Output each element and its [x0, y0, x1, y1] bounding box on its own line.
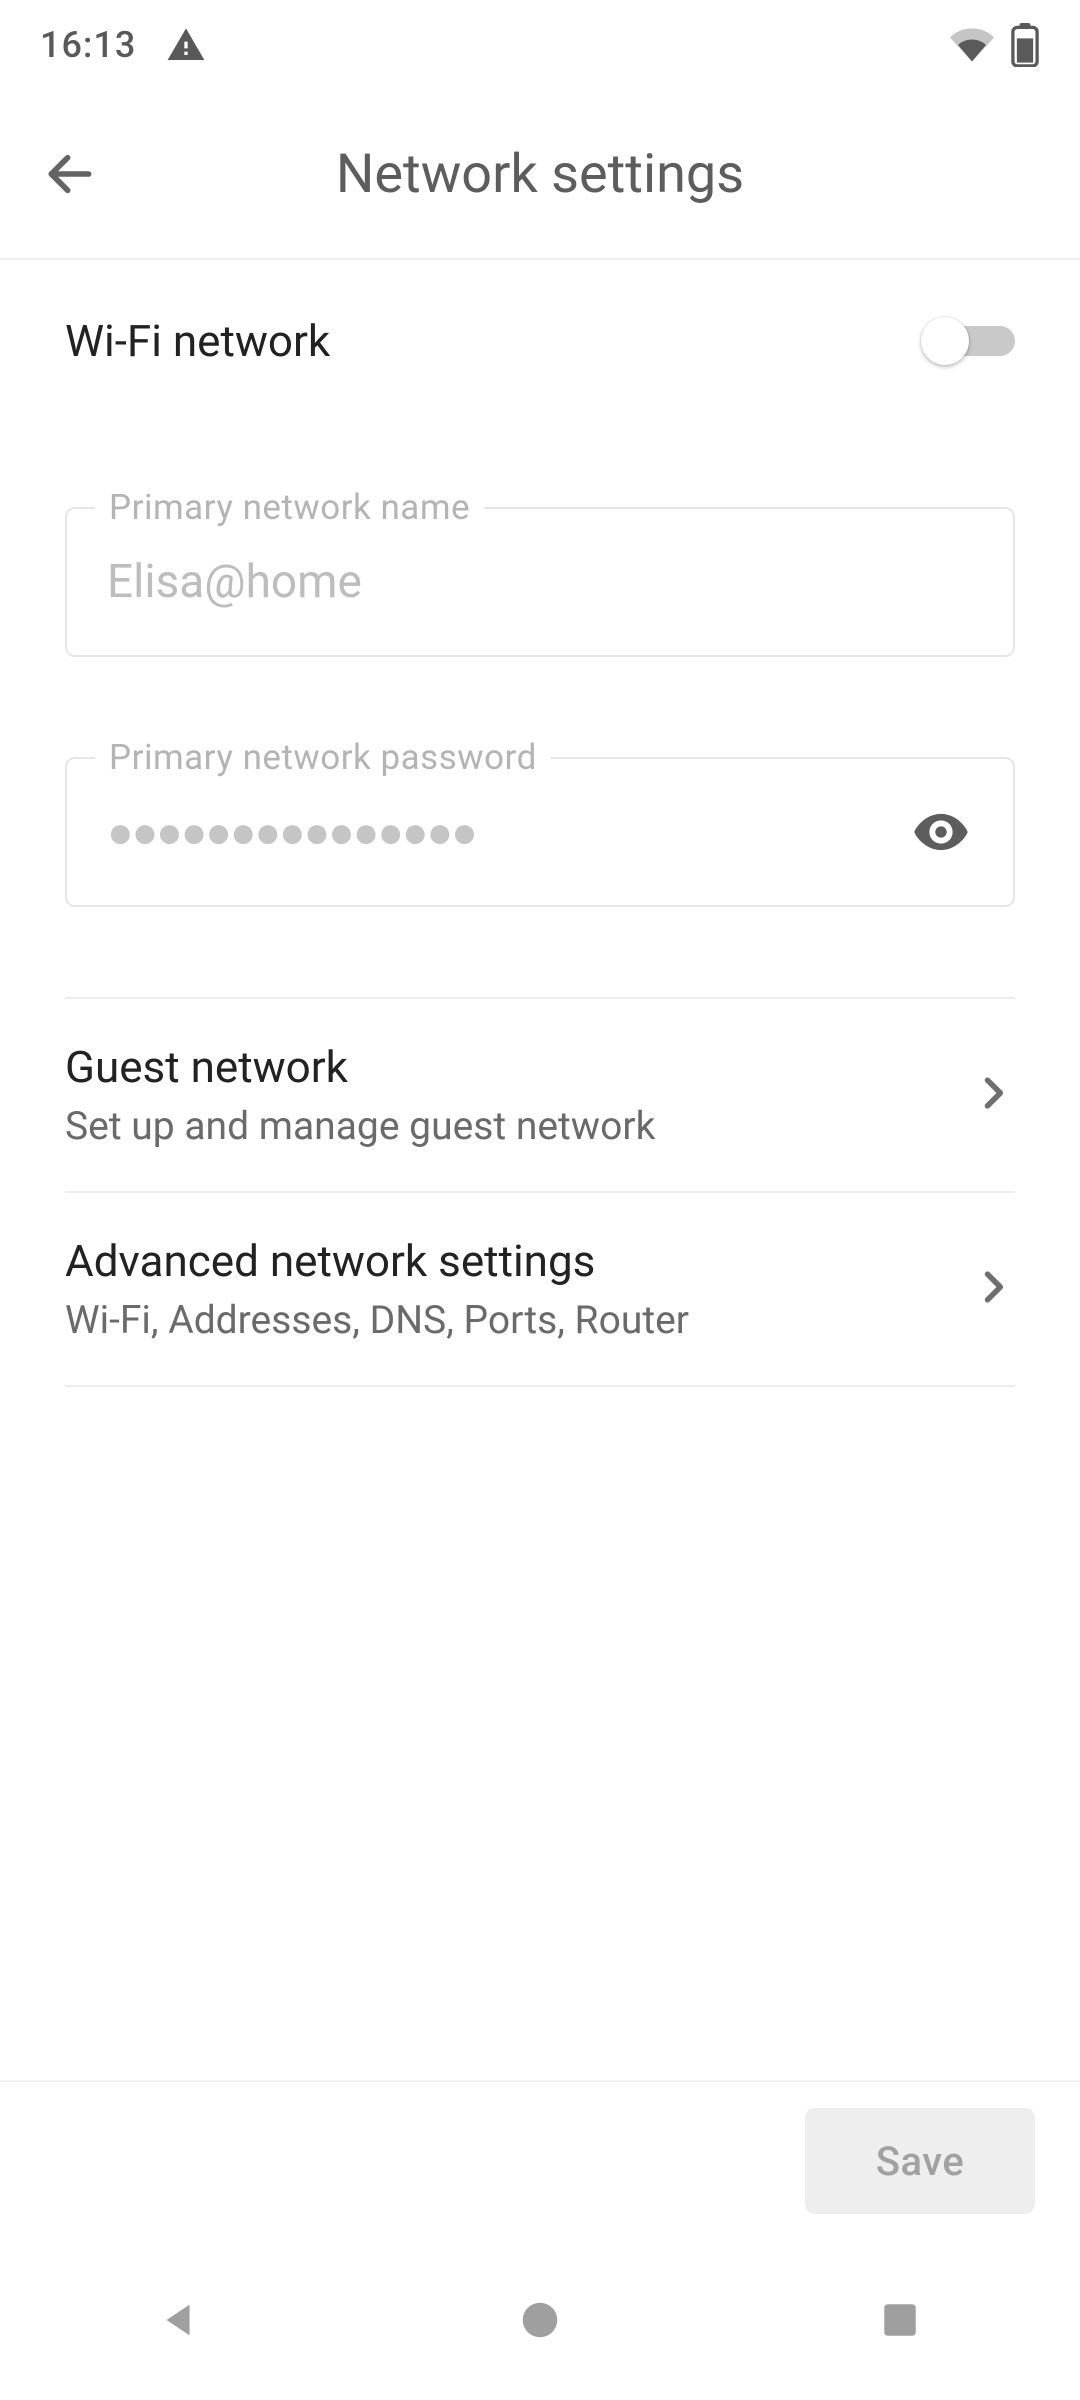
- chevron-right-icon: [971, 1071, 1015, 1119]
- primary-name-label: Primary network name: [95, 487, 484, 528]
- show-password-button[interactable]: [909, 800, 973, 864]
- wifi-toggle[interactable]: [923, 316, 1015, 366]
- page-title: Network settings: [30, 143, 1050, 206]
- primary-name-input[interactable]: [107, 555, 973, 609]
- bottom-bar: Save: [0, 2080, 1080, 2240]
- status-time: 16:13: [40, 24, 136, 66]
- warning-icon: [166, 25, 206, 65]
- status-bar: 16:13: [0, 0, 1080, 90]
- primary-password-input[interactable]: ●●●●●●●●●●●●●●●: [107, 806, 476, 858]
- primary-password-box[interactable]: ●●●●●●●●●●●●●●●: [65, 757, 1015, 907]
- guest-network-item[interactable]: Guest network Set up and manage guest ne…: [0, 999, 1080, 1191]
- eye-icon: [910, 801, 972, 863]
- divider: [65, 1385, 1015, 1387]
- save-button[interactable]: Save: [805, 2108, 1035, 2214]
- nav-home-icon: [517, 2297, 563, 2343]
- guest-network-title: Guest network: [65, 1041, 655, 1093]
- nav-home-button[interactable]: [480, 2260, 600, 2380]
- guest-network-text: Guest network Set up and manage guest ne…: [65, 1041, 655, 1149]
- wifi-icon: [950, 23, 994, 67]
- nav-recent-icon: [879, 2299, 921, 2341]
- primary-password-label: Primary network password: [95, 737, 551, 778]
- app-bar: Network settings: [0, 90, 1080, 260]
- advanced-settings-item[interactable]: Advanced network settings Wi-Fi, Address…: [0, 1193, 1080, 1385]
- primary-name-box[interactable]: [65, 507, 1015, 657]
- advanced-settings-subtitle: Wi-Fi, Addresses, DNS, Ports, Router: [65, 1297, 689, 1343]
- wifi-section-header: Wi-Fi network: [0, 260, 1080, 387]
- advanced-settings-text: Advanced network settings Wi-Fi, Address…: [65, 1235, 689, 1343]
- chevron-right-icon: [971, 1265, 1015, 1313]
- guest-network-subtitle: Set up and manage guest network: [65, 1103, 655, 1149]
- wifi-section-title: Wi-Fi network: [65, 315, 330, 367]
- status-left: 16:13: [40, 24, 206, 66]
- battery-icon: [1010, 23, 1040, 67]
- primary-password-field: Primary network password ●●●●●●●●●●●●●●●: [65, 757, 1015, 907]
- status-right: [950, 23, 1040, 67]
- content: Wi-Fi network Primary network name Prima…: [0, 260, 1080, 1387]
- nav-recent-button[interactable]: [840, 2260, 960, 2380]
- wifi-fields: Primary network name Primary network pas…: [0, 387, 1080, 997]
- wifi-toggle-thumb: [921, 317, 969, 365]
- nav-back-icon: [157, 2297, 203, 2343]
- primary-name-field: Primary network name: [65, 507, 1015, 657]
- advanced-settings-title: Advanced network settings: [65, 1235, 689, 1287]
- system-nav-bar: [0, 2240, 1080, 2400]
- nav-back-button[interactable]: [120, 2260, 240, 2380]
